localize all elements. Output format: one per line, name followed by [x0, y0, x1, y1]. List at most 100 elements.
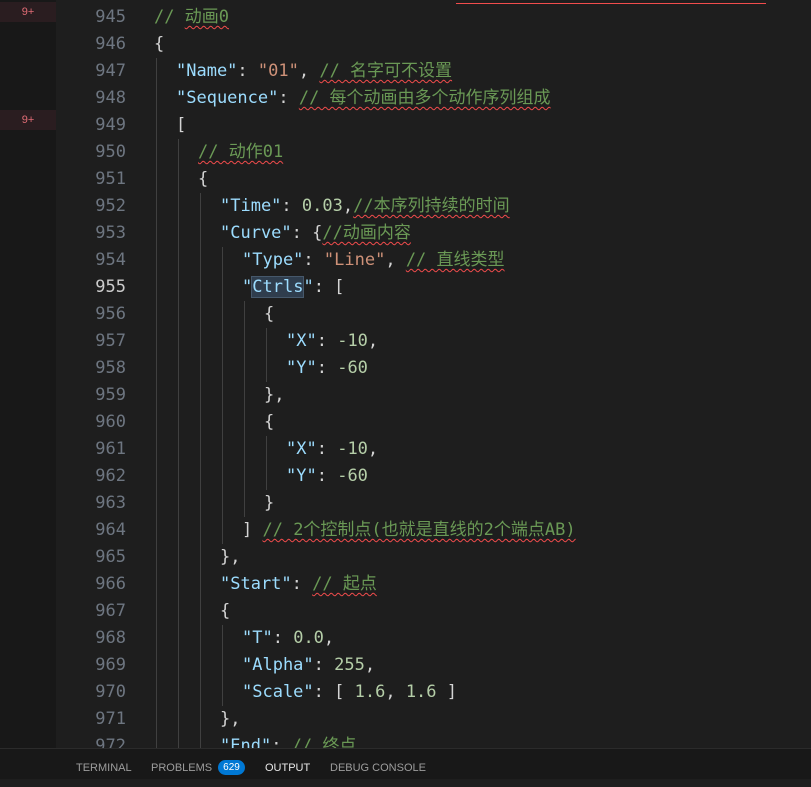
line-number: 962 [95, 466, 126, 486]
indent-guide [222, 490, 223, 517]
code-token: 0.0 [293, 628, 324, 648]
code-line[interactable]: 949 [ [56, 112, 811, 139]
code-line[interactable]: 964] // 2个控制点(也就是直线的2个端点AB) [56, 517, 811, 544]
code-token: : [316, 331, 338, 351]
line-number: 960 [95, 412, 126, 432]
code-line[interactable]: 955 "Ctrls": [ [56, 274, 811, 301]
indent-guide [244, 382, 245, 409]
code-line[interactable]: 963} [56, 490, 811, 517]
code-token: ] [242, 520, 263, 540]
code-line[interactable]: 971}, [56, 706, 811, 733]
code-line[interactable]: 952 "Time": 0.03,//本序列持续的时间 [56, 193, 811, 220]
code-line[interactable]: 947 "Name": "01", // 名字可不设置 [56, 58, 811, 85]
code-token: -10 [337, 439, 368, 459]
code-line[interactable]: 968 "T": 0.0, [56, 625, 811, 652]
code-token: : [313, 655, 335, 675]
code-line[interactable]: 958 "Y": -60 [56, 355, 811, 382]
line-number: 959 [95, 385, 126, 405]
code-token: { [198, 169, 209, 189]
indent-guide [178, 517, 179, 544]
code-token: //本序列持续的时间 [353, 196, 510, 216]
line-number: 957 [95, 331, 126, 351]
code-line[interactable]: 967 { [56, 598, 811, 625]
code-token: : [271, 736, 292, 748]
indent-guide [200, 490, 201, 517]
indent-guide [222, 409, 223, 436]
code-line[interactable]: 954 "Type": "Line", // 直线类型 [56, 247, 811, 274]
code-token: : { [291, 223, 323, 243]
indent-guide [200, 193, 201, 220]
line-number: 947 [95, 61, 126, 81]
code-line[interactable]: 951 { [56, 166, 811, 193]
code-lines: 945// 动画0 946{947 "Name": "01", // 名字可不设置 9… [56, 4, 811, 748]
code-token: " [242, 277, 253, 297]
code-line[interactable]: 950 // 动作01 [56, 139, 811, 166]
line-number: 945 [95, 7, 126, 27]
indent-guide [178, 409, 179, 436]
code-token: : [316, 466, 338, 486]
code-token: : [281, 196, 302, 216]
indent-guide [200, 571, 201, 598]
tab-problems[interactable]: PROBLEMS 629 [151, 749, 245, 779]
bottom-panel-tabs: TERMINAL PROBLEMS 629 OUTPUT DEBUG CONSOL… [0, 748, 811, 779]
code-line[interactable]: 972 "End": // 终点 [56, 733, 811, 748]
code-line[interactable]: 957 "X": -10, [56, 328, 811, 355]
code-line[interactable]: 966 "Start": // 起点 [56, 571, 811, 598]
scm-gutter: 9+ 9+ [0, 0, 56, 748]
code-line[interactable]: 970 "Scale": [ 1.6, 1.6 ] [56, 679, 811, 706]
tab-output[interactable]: OUTPUT [265, 749, 310, 779]
code-content: { [220, 598, 230, 625]
indent-guide [222, 625, 223, 652]
code-token: "Start" [220, 574, 292, 594]
line-number: 954 [95, 250, 126, 270]
indent-guide [156, 490, 157, 517]
code-token: 1.6 [405, 682, 437, 702]
scm-change-badge[interactable]: 9+ [0, 110, 56, 130]
code-line[interactable]: 959}, [56, 382, 811, 409]
indent-guide [222, 463, 223, 490]
code-line[interactable]: 953 "Curve": {//动画内容 [56, 220, 811, 247]
indent-guide [156, 652, 157, 679]
code-line[interactable]: 962 "Y": -60 [56, 463, 811, 490]
code-token: }, [220, 709, 241, 729]
code-content: }, [220, 544, 240, 571]
scm-change-badge[interactable]: 9+ [0, 2, 56, 22]
code-line[interactable]: 969 "Alpha": 255, [56, 652, 811, 679]
indent-guide [156, 220, 157, 247]
code-token: // [154, 7, 185, 27]
line-number: 963 [95, 493, 126, 513]
indent-guide [156, 544, 157, 571]
line-number: 958 [95, 358, 126, 378]
code-token: { [264, 304, 275, 324]
code-token: 255 [334, 655, 365, 675]
code-content: "Curve": {//动画内容 [220, 220, 411, 247]
code-line[interactable]: 956 { [56, 301, 811, 328]
line-number: 961 [95, 439, 126, 459]
code-token: { [154, 34, 165, 54]
code-line[interactable]: 945 // 动画0 [56, 4, 811, 31]
code-content: // 动作01 [198, 139, 283, 166]
code-token: "X" [286, 439, 317, 459]
code-editor[interactable]: 945// 动画0 946{947 "Name": "01", // 名字可不设置 9… [56, 0, 811, 748]
code-token: : [ [313, 682, 355, 702]
indent-guide [244, 301, 245, 328]
code-line[interactable]: 961 "X": -10, [56, 436, 811, 463]
code-token: : [316, 439, 338, 459]
code-line[interactable]: 960 { [56, 409, 811, 436]
line-number: 956 [95, 304, 126, 324]
code-token: { [264, 412, 275, 432]
code-token: }, [220, 547, 241, 567]
code-token: ] [436, 682, 458, 702]
code-token: : [ [313, 277, 345, 297]
code-token: , [323, 628, 335, 648]
code-line[interactable]: 965}, [56, 544, 811, 571]
indent-guide [222, 436, 223, 463]
tab-debug-console[interactable]: DEBUG CONSOLE [330, 749, 426, 779]
code-token: // 每个动画由多个动作序列组成 [298, 88, 551, 108]
line-number: 972 [95, 736, 126, 748]
code-line[interactable]: 948 "Sequence": // 每个动画由多个动作序列组成 [56, 85, 811, 112]
code-token: "Sequence" [176, 88, 279, 108]
code-line[interactable]: 946 { [56, 31, 811, 58]
tab-terminal[interactable]: TERMINAL [76, 749, 132, 779]
indent-guide [200, 517, 201, 544]
